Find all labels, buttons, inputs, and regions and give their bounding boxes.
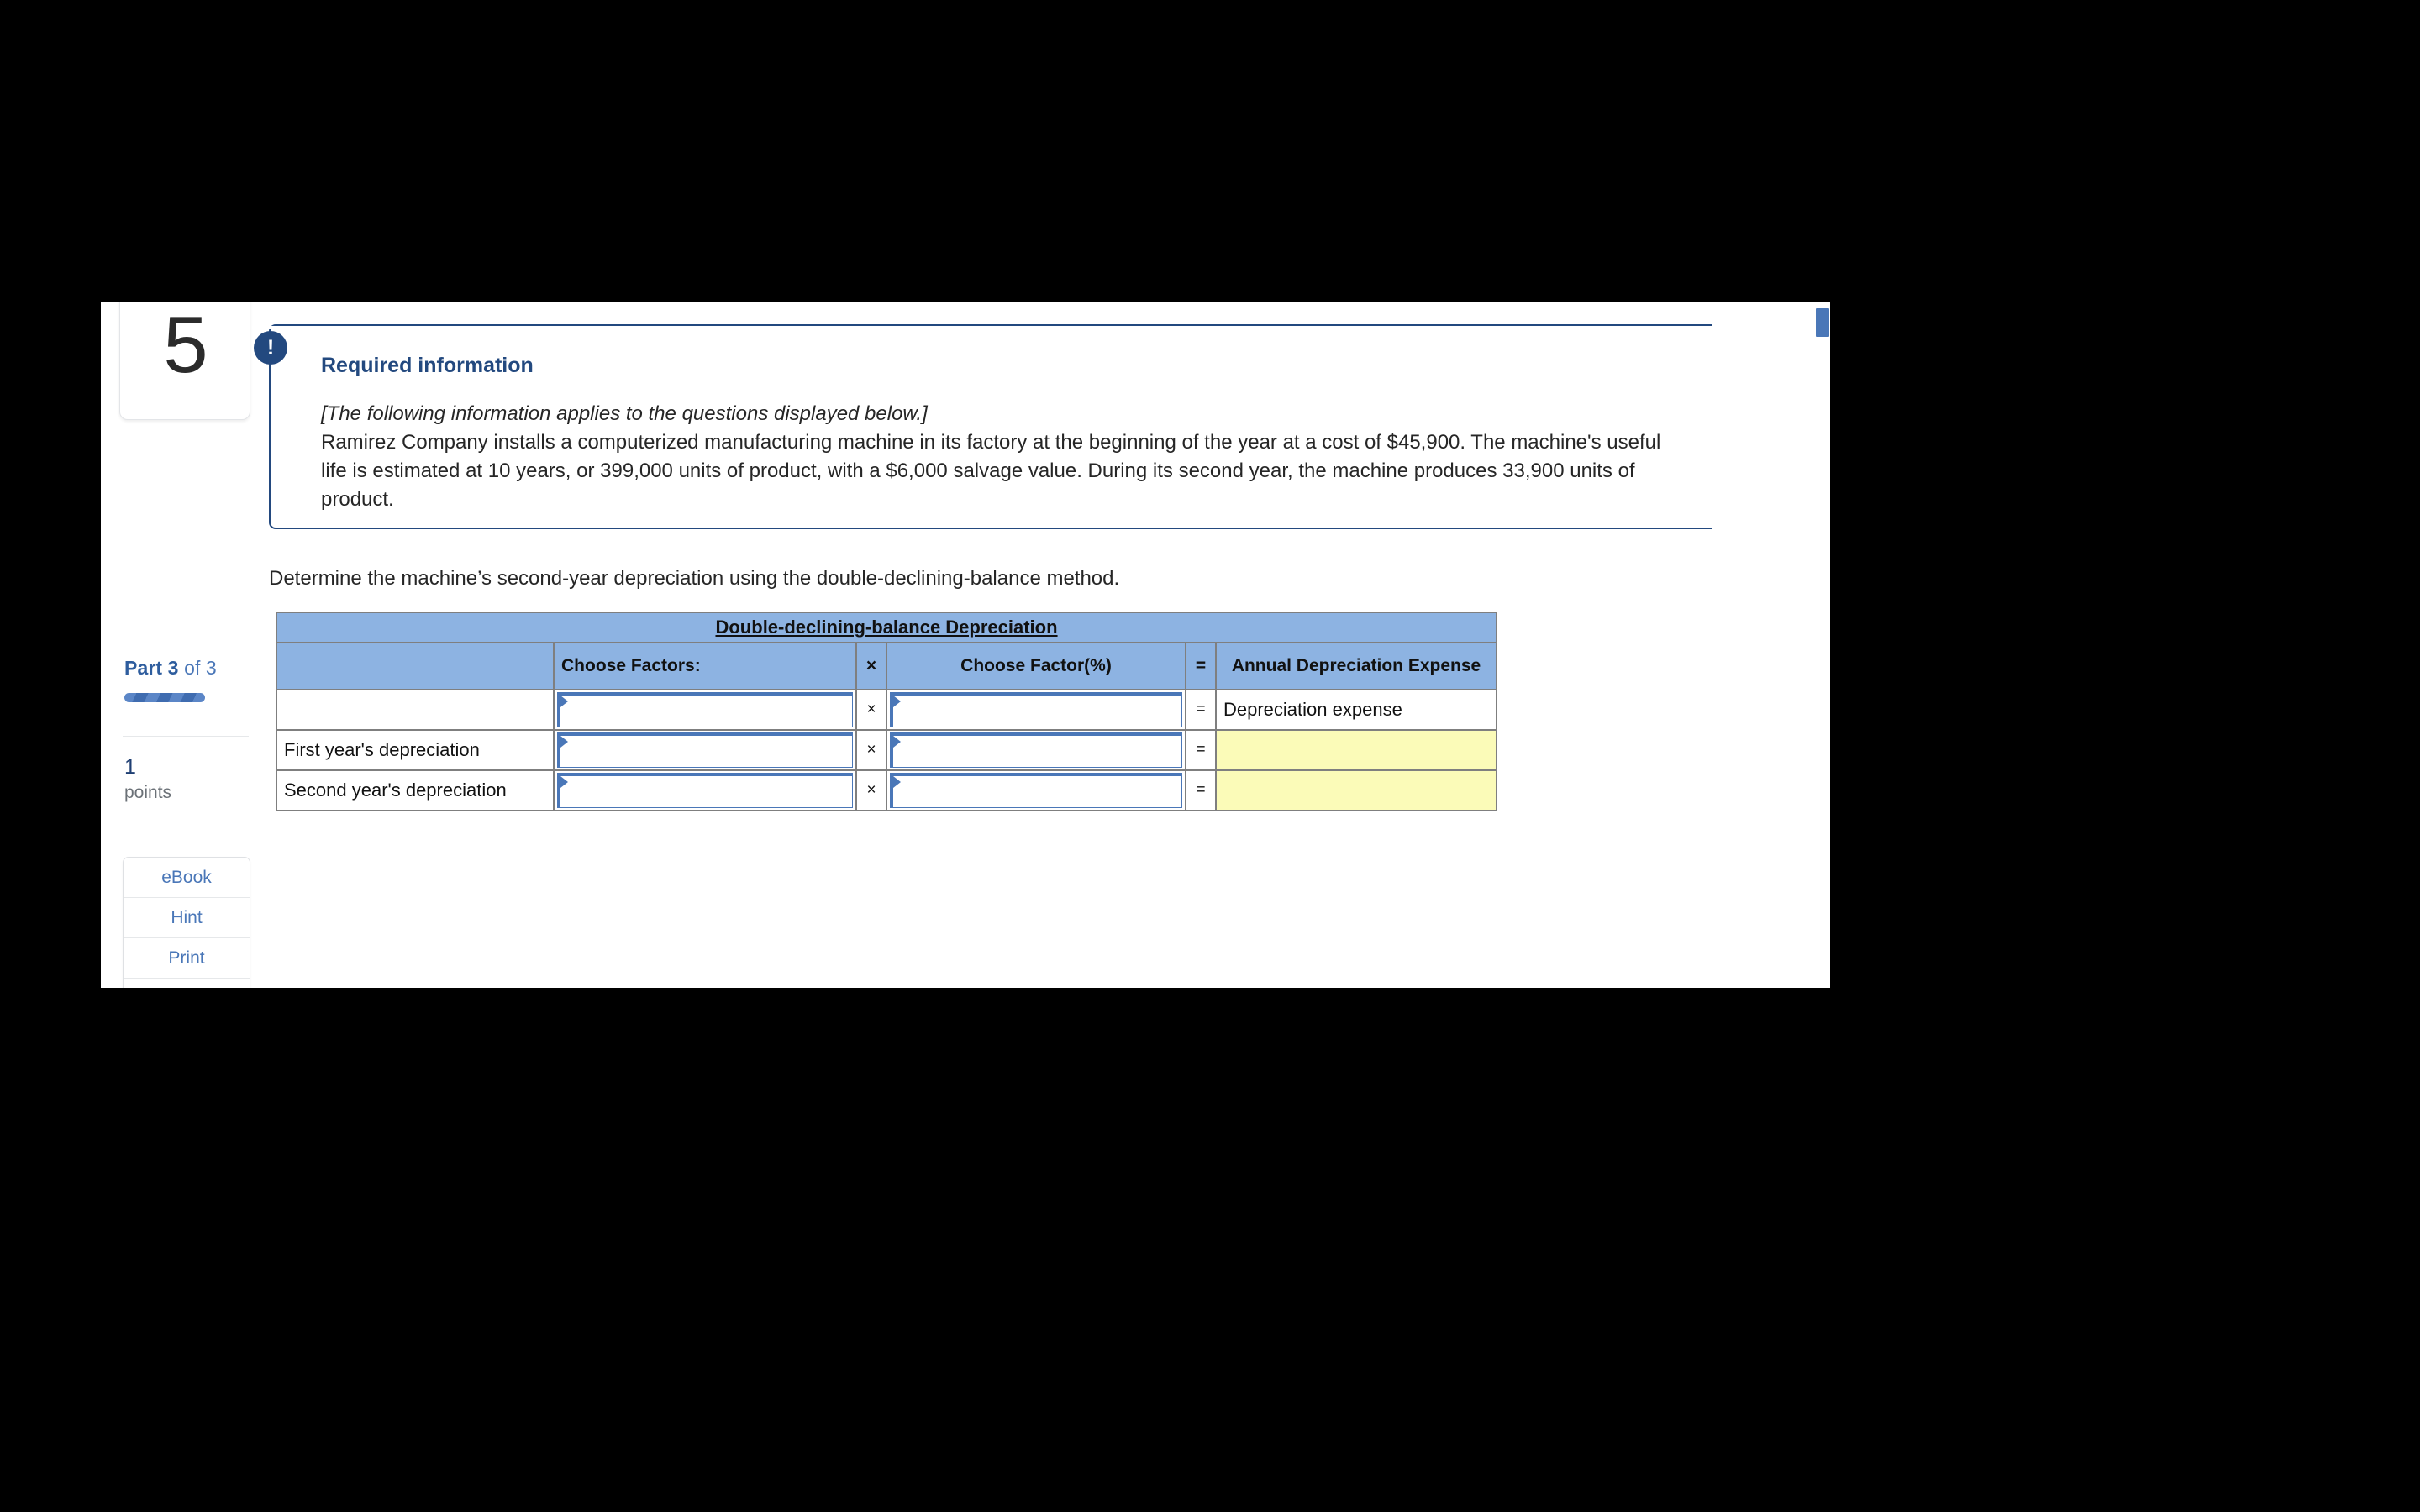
choose-factor-percent-cell [886, 769, 1186, 811]
sidebar-divider [123, 736, 249, 737]
choose-factors-dropdown[interactable] [557, 692, 853, 727]
choose-factors-cell [553, 689, 857, 731]
column-header-equals: = [1185, 642, 1217, 690]
question-number: 5 [163, 302, 208, 390]
points-label: points [124, 783, 172, 802]
required-information-title: Required information [321, 354, 534, 377]
question-prompt: Determine the machine’s second-year depr… [269, 567, 1120, 590]
question-sidebar: 5 Part 3 of 3 1 points eBook Hint Print … [101, 302, 269, 988]
row-label: Second year's depreciation [276, 769, 555, 811]
choose-factors-cell [553, 729, 857, 771]
question-number-card: 5 [119, 302, 250, 420]
table-header-row: Choose Factors: × Choose Factor(%) = Ann… [276, 642, 1498, 690]
sidebar-tool-button-group: eBook Hint Print References [123, 857, 250, 988]
hint-button[interactable]: Hint [124, 898, 250, 938]
annual-depreciation-expense-input[interactable] [1214, 729, 1498, 771]
part-total-label: of 3 [184, 657, 217, 679]
multiply-operator: × [855, 729, 887, 771]
column-header-blank [276, 642, 555, 690]
vertical-scrollbar[interactable] [1815, 302, 1830, 988]
part-progress-bar [124, 693, 205, 702]
column-header-annual-depreciation-expense: Annual Depreciation Expense [1214, 642, 1498, 690]
print-button[interactable]: Print [124, 938, 250, 979]
table-title-row: Double-declining-balance Depreciation [275, 612, 1498, 643]
exclamation-icon: ! [254, 331, 287, 365]
part-current-number: 3 [167, 657, 179, 679]
points-value: 1 [124, 755, 136, 779]
table-title: Double-declining-balance Depreciation [275, 612, 1498, 643]
row-label [276, 689, 555, 731]
table-row: Second year's depreciation × = [276, 769, 1498, 811]
required-information-body: Required information [The following info… [321, 353, 1691, 514]
row-label: First year's depreciation [276, 729, 555, 771]
choose-factor-percent-dropdown[interactable] [890, 732, 1182, 768]
vertical-scrollbar-thumb[interactable] [1816, 308, 1829, 337]
multiply-operator: × [855, 769, 887, 811]
column-header-choose-factors: Choose Factors: [553, 642, 857, 690]
table-row: × = Depreciation expense [276, 689, 1498, 731]
part-indicator: Part 3 of 3 [124, 657, 217, 680]
question-main-content: ! Required information [The following in… [252, 302, 1815, 988]
choose-factor-percent-dropdown[interactable] [890, 692, 1182, 727]
multiply-operator: × [855, 689, 887, 731]
part-prefix-label: Part [124, 657, 163, 679]
scenario-text: Ramirez Company installs a computerized … [321, 431, 1661, 512]
assignment-page: 5 Part 3 of 3 1 points eBook Hint Print … [101, 302, 1830, 988]
applies-to-note: [The following information applies to th… [321, 402, 928, 425]
choose-factor-percent-cell [886, 729, 1186, 771]
ebook-button[interactable]: eBook [124, 858, 250, 898]
annual-depreciation-expense-cell: Depreciation expense [1214, 689, 1498, 731]
equals-operator: = [1185, 729, 1217, 771]
annual-depreciation-expense-input[interactable] [1214, 769, 1498, 811]
references-button[interactable]: References [124, 979, 250, 988]
choose-factor-percent-cell [886, 689, 1186, 731]
required-information-panel: ! Required information [The following in… [252, 324, 1712, 529]
depreciation-worksheet-table: Double-declining-balance Depreciation Ch… [275, 612, 1498, 811]
choose-factors-cell [553, 769, 857, 811]
equals-operator: = [1185, 689, 1217, 731]
badge-notch [252, 326, 291, 329]
equals-operator: = [1185, 769, 1217, 811]
column-header-choose-factor-percent: Choose Factor(%) [886, 642, 1186, 690]
column-header-times: × [855, 642, 887, 690]
choose-factors-dropdown[interactable] [557, 773, 853, 808]
choose-factors-dropdown[interactable] [557, 732, 853, 768]
choose-factor-percent-dropdown[interactable] [890, 773, 1182, 808]
table-row: First year's depreciation × = [276, 729, 1498, 771]
